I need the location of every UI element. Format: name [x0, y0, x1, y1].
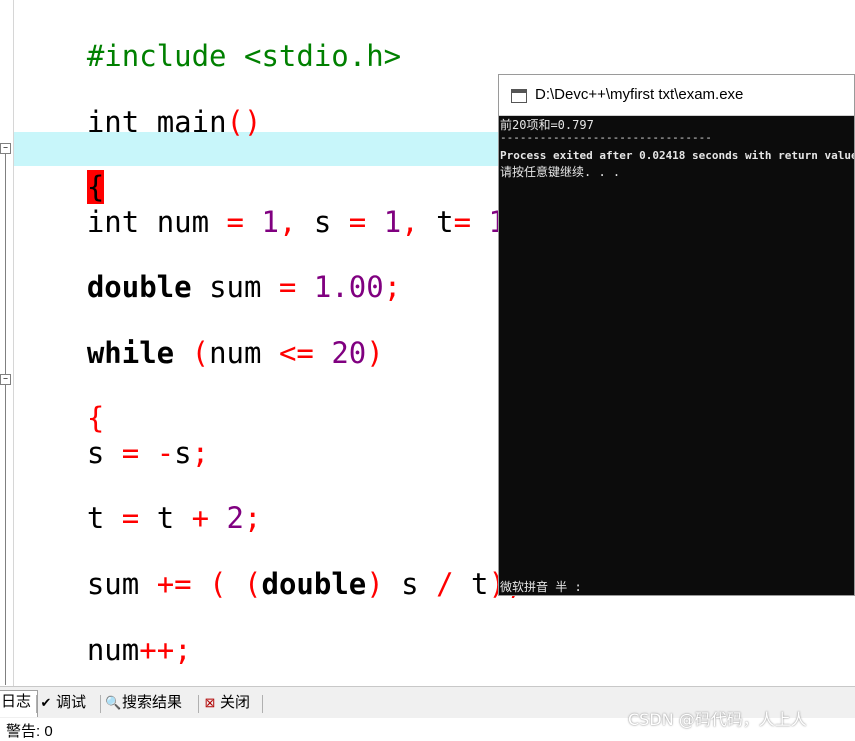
- symbol: (: [244, 567, 262, 601]
- tab-separator: [100, 695, 101, 713]
- code-line-sum: sum += ( (double) s / t);: [17, 530, 524, 601]
- symbol: ): [366, 336, 384, 370]
- code-editor[interactable]: − − #include <stdio.h> int main() { int …: [0, 0, 855, 686]
- console-title-bar[interactable]: D:\Devc++\myfirst txt\exam.exe: [499, 75, 854, 116]
- identifier: main: [139, 105, 227, 139]
- code-line-brace-close: }: [17, 654, 104, 686]
- console-line-process: Process exited after 0.02418 seconds wit…: [500, 149, 854, 162]
- tab-debug[interactable]: ✔ 调试: [39, 692, 86, 714]
- tab-separator: [262, 695, 263, 713]
- console-line-result: 前20项和=0.797: [500, 118, 594, 132]
- identifier: s: [383, 567, 437, 601]
- fold-toggle-main[interactable]: −: [0, 143, 11, 154]
- identifier: t: [418, 205, 454, 239]
- symbol: /: [436, 567, 454, 601]
- tab-separator: [198, 695, 199, 713]
- symbol: (: [191, 336, 210, 370]
- code-line-decl-double: double sum = 1.00;: [17, 233, 401, 304]
- tab-separator: [36, 695, 37, 713]
- fold-toggle-while[interactable]: −: [0, 374, 11, 385]
- code-line-brace-open: {: [17, 133, 105, 204]
- check-icon: ✔: [40, 695, 52, 710]
- fold-line: [5, 154, 6, 374]
- tab-label: 关闭: [220, 694, 251, 711]
- number-literal: 20: [313, 336, 367, 370]
- symbol: ;: [383, 270, 402, 304]
- symbol: (): [226, 105, 262, 139]
- code-line-num-increment: num++;: [17, 596, 192, 667]
- code-line-decl-int: int num = 1, s = 1, t= 1;: [17, 168, 524, 239]
- ime-status: 微软拼音 半 :: [500, 580, 582, 594]
- identifier: t: [453, 567, 489, 601]
- watermark: CSDN @码代码，人上人: [628, 710, 807, 729]
- tab-search-results[interactable]: 🔍搜索结果: [105, 692, 182, 714]
- symbol: ,: [401, 205, 419, 239]
- code-line-t-increment: t = t + 2;: [17, 464, 262, 535]
- close-icon: ⊠: [204, 695, 216, 710]
- tab-log[interactable]: 日志: [0, 690, 39, 717]
- identifier: num: [209, 336, 279, 370]
- code-line-include: #include <stdio.h>: [17, 2, 401, 73]
- tab-close[interactable]: ⊠ 关闭: [203, 692, 250, 714]
- warning-count: 警告: 0: [6, 723, 53, 740]
- symbol: (: [209, 567, 227, 601]
- tab-label: 日志: [1, 693, 32, 710]
- symbol: ): [366, 567, 384, 601]
- editor-gutter: − −: [0, 0, 14, 686]
- code-line-brace-while: {: [17, 364, 104, 435]
- console-title: D:\Devc++\myfirst txt\exam.exe: [535, 86, 744, 103]
- console-output[interactable]: 前20项和=0.797 ----------------------------…: [500, 115, 854, 595]
- symbol: ++: [139, 633, 175, 667]
- code-line-while: while (num <= 20): [17, 299, 384, 370]
- keyword: double: [261, 567, 367, 601]
- tab-label: 搜索结果: [122, 694, 183, 711]
- code-line-negate: s = -s;: [17, 399, 209, 470]
- symbol: ;: [174, 633, 192, 667]
- console-window[interactable]: D:\Devc++\myfirst txt\exam.exe 前20项和=0.7…: [498, 74, 855, 596]
- symbol: =: [453, 205, 472, 239]
- tab-label: 调试: [56, 694, 87, 711]
- search-results-icon: 🔍: [105, 695, 122, 710]
- code-line-main: int main(): [17, 68, 262, 139]
- symbol: <=: [278, 336, 314, 370]
- console-line-press-key: 请按任意键继续. . .: [500, 165, 621, 179]
- fold-line: [5, 385, 6, 685]
- console-divider: --------------------------------: [500, 131, 712, 144]
- console-app-icon: [511, 89, 527, 103]
